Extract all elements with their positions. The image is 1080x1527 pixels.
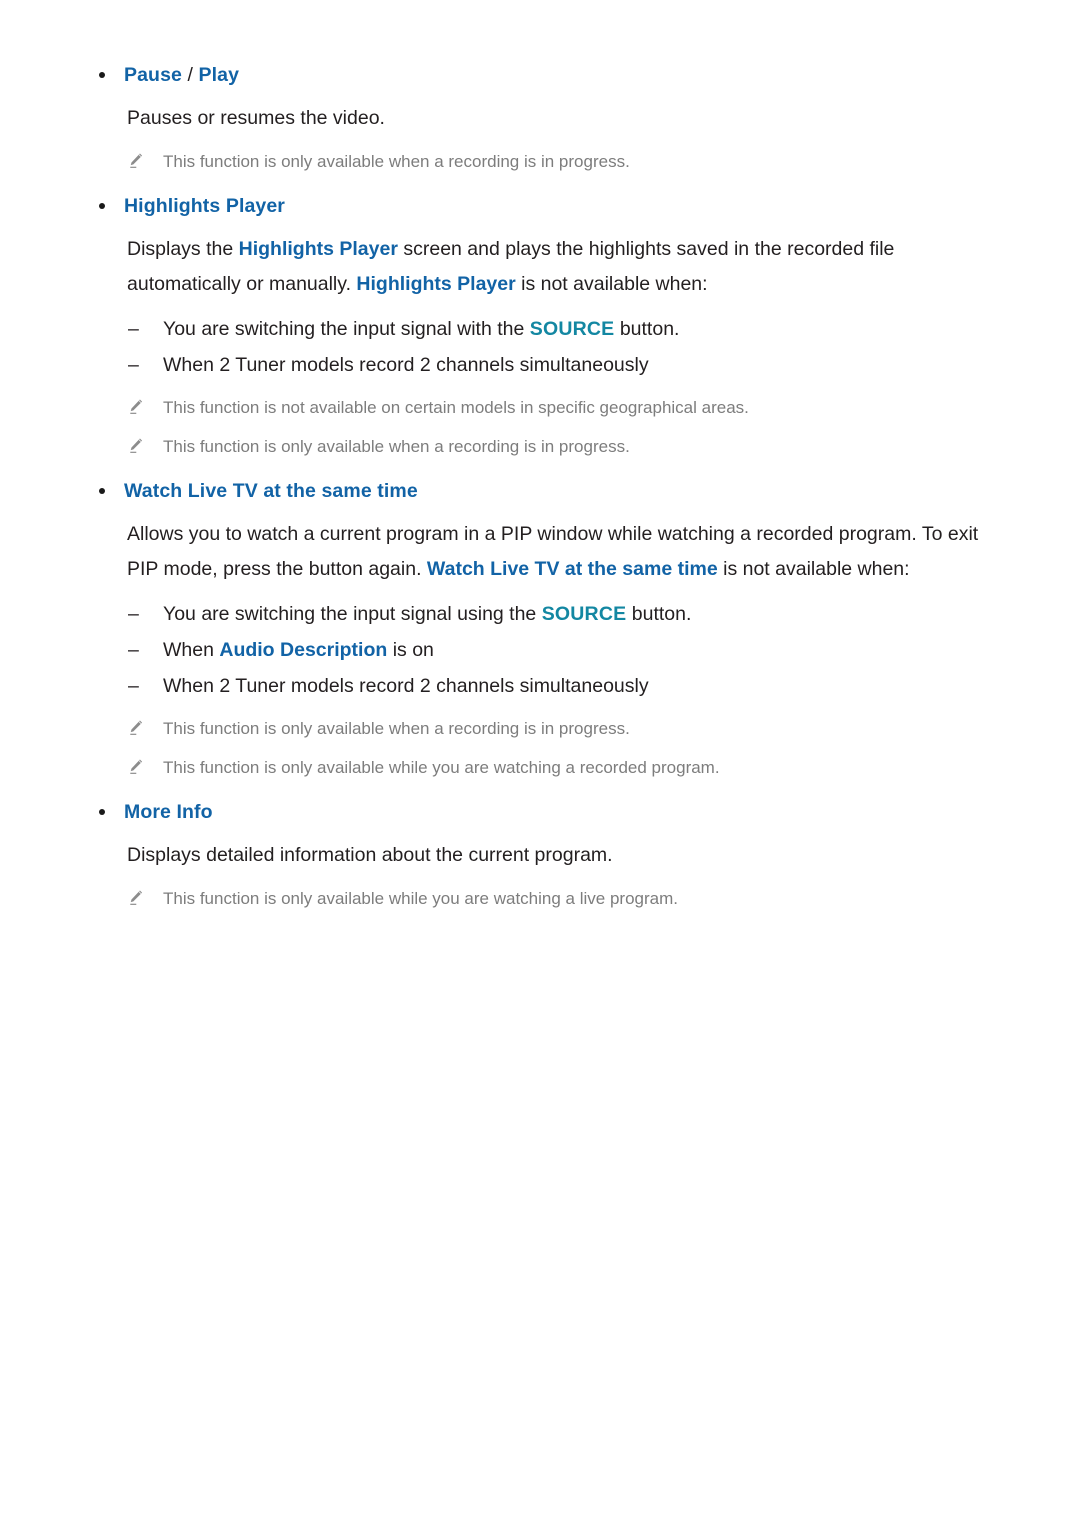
dash-icon: –	[128, 354, 139, 376]
sub-item-text: You are switching the input signal using…	[163, 603, 691, 625]
sub-item-fragment: You are switching the input signal with …	[163, 318, 530, 340]
document-page: Pause / Play Pauses or resumes the video…	[0, 0, 1080, 1527]
sub-item-text: When Audio Description is on	[163, 639, 434, 661]
sub-item-text: When 2 Tuner models record 2 channels si…	[163, 354, 649, 376]
keyword-highlights-player-2: Highlights Player	[356, 273, 516, 295]
sub-item-fragment: button.	[626, 603, 692, 625]
sub-item-text: You are switching the input signal with …	[163, 318, 679, 340]
keyword-pause: Pause	[124, 64, 182, 86]
keyword-watch-live-tv: Watch Live TV at the same time	[426, 558, 718, 580]
keyword-play: Play	[198, 64, 240, 86]
section-body-watch-live-tv: Allows you to watch a current program in…	[90, 517, 990, 587]
pencil-icon	[130, 890, 143, 905]
sub-item-text: When 2 Tuner models record 2 channels si…	[163, 675, 649, 697]
pencil-icon	[130, 153, 143, 168]
section-title-more-info: More Info	[124, 801, 213, 823]
pencil-icon	[130, 759, 143, 774]
sub-item-row: – You are switching the input signal wit…	[90, 312, 990, 347]
note-row: This function is only available while yo…	[90, 752, 990, 784]
section-body-more-info: Displays detailed information about the …	[127, 844, 613, 866]
section-heading-highlights-player: Highlights Player	[90, 193, 990, 219]
section-title-watch-live-tv: Watch Live TV at the same time	[124, 480, 418, 502]
dash-icon: –	[128, 318, 139, 340]
keyword-audio-description: Audio Description	[219, 639, 388, 661]
note-text: This function is only available when a r…	[163, 437, 630, 456]
note-text: This function is only available when a r…	[163, 152, 630, 171]
section-body-pause-play: Pauses or resumes the video.	[127, 107, 385, 129]
sub-item-fragment: is on	[387, 639, 434, 661]
section-title-highlights-player: Highlights Player	[124, 195, 285, 217]
note-row: This function is not available on certai…	[90, 392, 990, 424]
sub-item-fragment: You are switching the input signal using…	[163, 603, 542, 625]
note-row: This function is only available when a r…	[90, 431, 990, 463]
bullet-dot-icon	[99, 203, 105, 209]
pencil-icon	[130, 438, 143, 453]
sub-item-fragment: When	[163, 639, 220, 661]
body-text-fragment: is not available when:	[717, 558, 910, 580]
dash-icon: –	[128, 603, 139, 625]
section-title-pause-play: Pause / Play	[124, 64, 239, 86]
sub-item-row: – You are switching the input signal usi…	[90, 597, 990, 632]
sub-item-fragment: button.	[614, 318, 680, 340]
note-row: This function is only available while yo…	[90, 883, 990, 915]
note-text: This function is only available while yo…	[163, 889, 678, 908]
section-heading-more-info: More Info	[90, 799, 990, 825]
bullet-dot-icon	[99, 809, 105, 815]
keyword-source: SOURCE	[541, 603, 627, 625]
note-text: This function is only available when a r…	[163, 719, 630, 738]
pencil-icon	[130, 399, 143, 414]
note-text: This function is only available while yo…	[163, 758, 720, 777]
bullet-dot-icon	[99, 72, 105, 78]
section-heading-watch-live-tv: Watch Live TV at the same time	[90, 478, 990, 504]
dash-icon: –	[128, 675, 139, 697]
body-text-fragment: is not available when:	[515, 273, 708, 295]
keyword-highlights-player-1: Highlights Player	[238, 238, 398, 260]
section-body-highlights-player: Displays the Highlights Player screen an…	[90, 232, 990, 302]
title-separator: /	[181, 64, 199, 86]
section-heading-pause-play: Pause / Play	[90, 62, 990, 88]
note-row: This function is only available when a r…	[90, 713, 990, 745]
sub-item-row: – When 2 Tuner models record 2 channels …	[90, 669, 990, 704]
sub-item-row: – When 2 Tuner models record 2 channels …	[90, 348, 990, 383]
body-text-fragment: Displays the	[127, 238, 239, 260]
bullet-dot-icon	[99, 488, 105, 494]
dash-icon: –	[128, 639, 139, 661]
sub-item-row: – When Audio Description is on	[90, 633, 990, 668]
pencil-icon	[130, 720, 143, 735]
note-text: This function is not available on certai…	[163, 398, 749, 417]
note-row: This function is only available when a r…	[90, 146, 990, 178]
keyword-source: SOURCE	[529, 318, 615, 340]
